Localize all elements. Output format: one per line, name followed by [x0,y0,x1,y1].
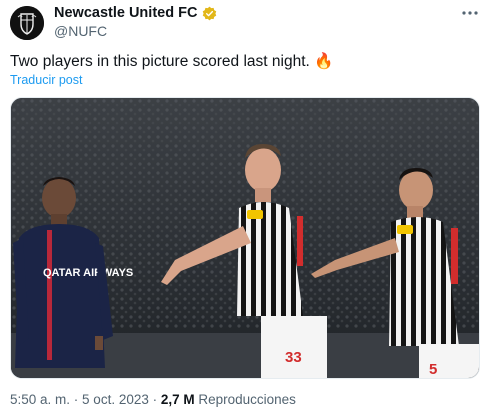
tweet-card: Newcastle United FC @NUFC Two players in… [0,0,495,417]
views-count: 2,7 M [160,392,195,407]
avatar[interactable] [10,6,44,40]
tweet-time[interactable]: 5:50 a. m. [10,392,70,407]
football-players-photo: QATAR AIRWAYS 33 5 [11,98,479,378]
meta-separator: · [70,392,83,407]
name-row: Newcastle United FC [54,5,217,21]
more-dots-icon [462,11,478,15]
newcastle-crest-icon [10,6,44,40]
verified-badge-icon [202,6,217,21]
translate-post-link[interactable]: Traducir post [10,73,82,87]
sponsor-text: QATAR AIRWAYS [43,267,133,279]
tweet-date[interactable]: 5 oct. 2023 [82,392,149,407]
user-handle[interactable]: @NUFC [54,23,107,39]
shirt-number-5: 5 [429,361,437,378]
meta-separator: · [148,392,161,407]
tweet-meta: 5:50 a. m. · 5 oct. 2023 · 2,7 M Reprodu… [10,392,296,407]
display-name[interactable]: Newcastle United FC [54,5,197,21]
tweet-photo[interactable]: QATAR AIRWAYS 33 5 [10,97,480,379]
tweet-text: Two players in this picture scored last … [10,53,334,70]
shirt-number-33: 33 [285,349,302,366]
views-label: Reproducciones [194,392,296,407]
more-options-button[interactable] [459,4,481,22]
